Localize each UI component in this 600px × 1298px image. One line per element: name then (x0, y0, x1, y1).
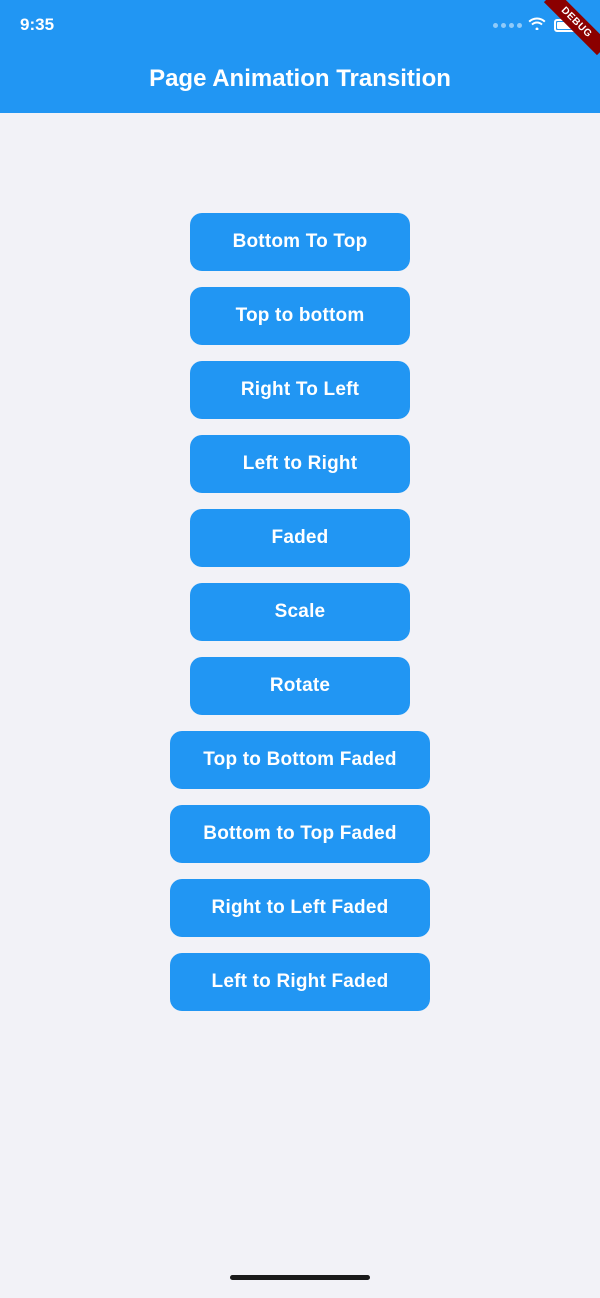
rotate-button[interactable]: Rotate (190, 657, 410, 715)
left-to-right-faded-button[interactable]: Left to Right Faded (170, 953, 430, 1011)
page-title: Page Animation Transition (20, 65, 580, 93)
right-to-left-button[interactable]: Right To Left (190, 361, 410, 419)
faded-button[interactable]: Faded (190, 509, 410, 567)
signal-dots-icon (493, 23, 522, 28)
signal-dot-2 (501, 23, 506, 28)
scale-button[interactable]: Scale (190, 583, 410, 641)
main-content: Bottom To Top Top to bottom Right To Left L… (0, 113, 600, 1051)
app-header: Page Animation Transition (0, 50, 600, 113)
status-time: 9:35 (20, 15, 54, 35)
bottom-to-top-faded-button[interactable]: Bottom to Top Faded (170, 805, 430, 863)
right-to-left-faded-button[interactable]: Right to Left Faded (170, 879, 430, 937)
signal-dot-3 (509, 23, 514, 28)
bottom-to-top-button[interactable]: Bottom To Top (190, 213, 410, 271)
signal-dot-4 (517, 23, 522, 28)
debug-label: DEBUG (544, 0, 600, 55)
status-bar: 9:35 DEBUG (0, 0, 600, 50)
debug-badge: DEBUG (540, 0, 600, 60)
left-to-right-button[interactable]: Left to Right (190, 435, 410, 493)
top-to-bottom-button[interactable]: Top to bottom (190, 287, 410, 345)
home-indicator (230, 1275, 370, 1280)
signal-dot-1 (493, 23, 498, 28)
top-to-bottom-faded-button[interactable]: Top to Bottom Faded (170, 731, 430, 789)
